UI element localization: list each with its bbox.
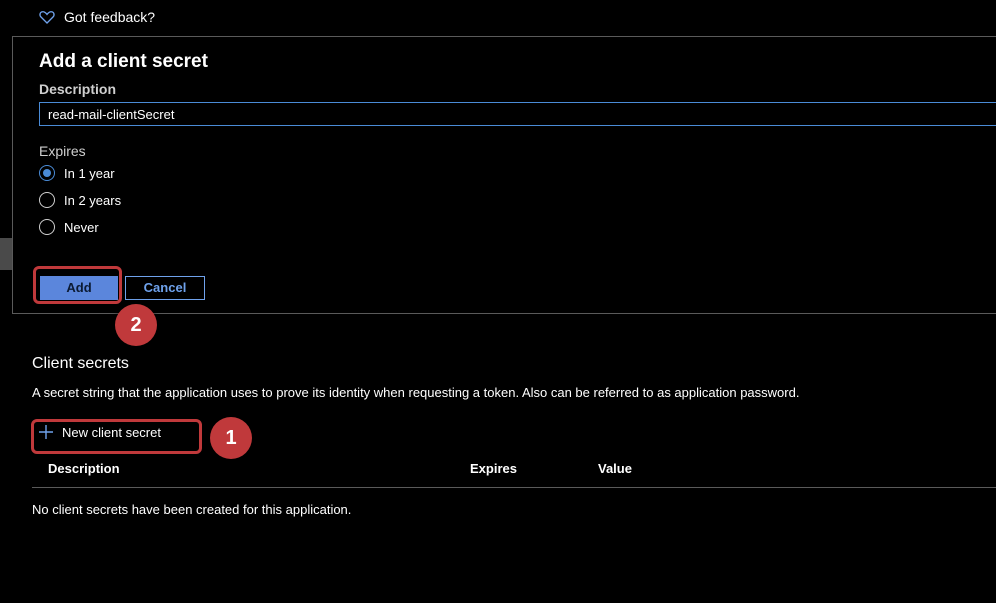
add-button-highlight [33, 266, 122, 304]
client-secrets-title: Client secrets [32, 355, 129, 372]
feedback-label: Got feedback? [64, 9, 156, 25]
heart-icon [39, 11, 55, 24]
feedback-link[interactable]: Got feedback? [38, 8, 155, 26]
expires-option-2-years[interactable]: In 2 years [39, 192, 121, 208]
description-label: Description [39, 81, 117, 97]
column-header-value[interactable]: Value [598, 461, 632, 476]
column-header-expires[interactable]: Expires [470, 461, 517, 476]
empty-table-message: No client secrets have been created for … [32, 502, 352, 517]
new-client-secret-highlight [31, 419, 202, 454]
expires-option-1-year[interactable]: In 1 year [39, 165, 115, 181]
radio-icon[interactable] [39, 219, 55, 235]
step-2-badge: 2 [115, 304, 157, 346]
background-panel-edge [0, 238, 12, 270]
description-input[interactable] [39, 102, 996, 126]
column-header-description[interactable]: Description [48, 461, 120, 476]
cancel-button[interactable]: Cancel [125, 276, 205, 300]
expires-option-label: Never [64, 219, 99, 235]
expires-option-never[interactable]: Never [39, 219, 99, 235]
radio-icon[interactable] [39, 192, 55, 208]
table-divider [32, 487, 996, 488]
expires-label: Expires [39, 143, 86, 159]
panel-title: Add a client secret [39, 51, 208, 72]
expires-option-label: In 1 year [64, 165, 115, 181]
expires-option-label: In 2 years [64, 192, 122, 208]
radio-selected-icon[interactable] [39, 165, 55, 181]
client-secrets-description: A secret string that the application use… [32, 385, 800, 400]
add-client-secret-panel: Add a client secret Description Expires … [12, 36, 996, 314]
step-1-badge: 1 [210, 417, 252, 459]
